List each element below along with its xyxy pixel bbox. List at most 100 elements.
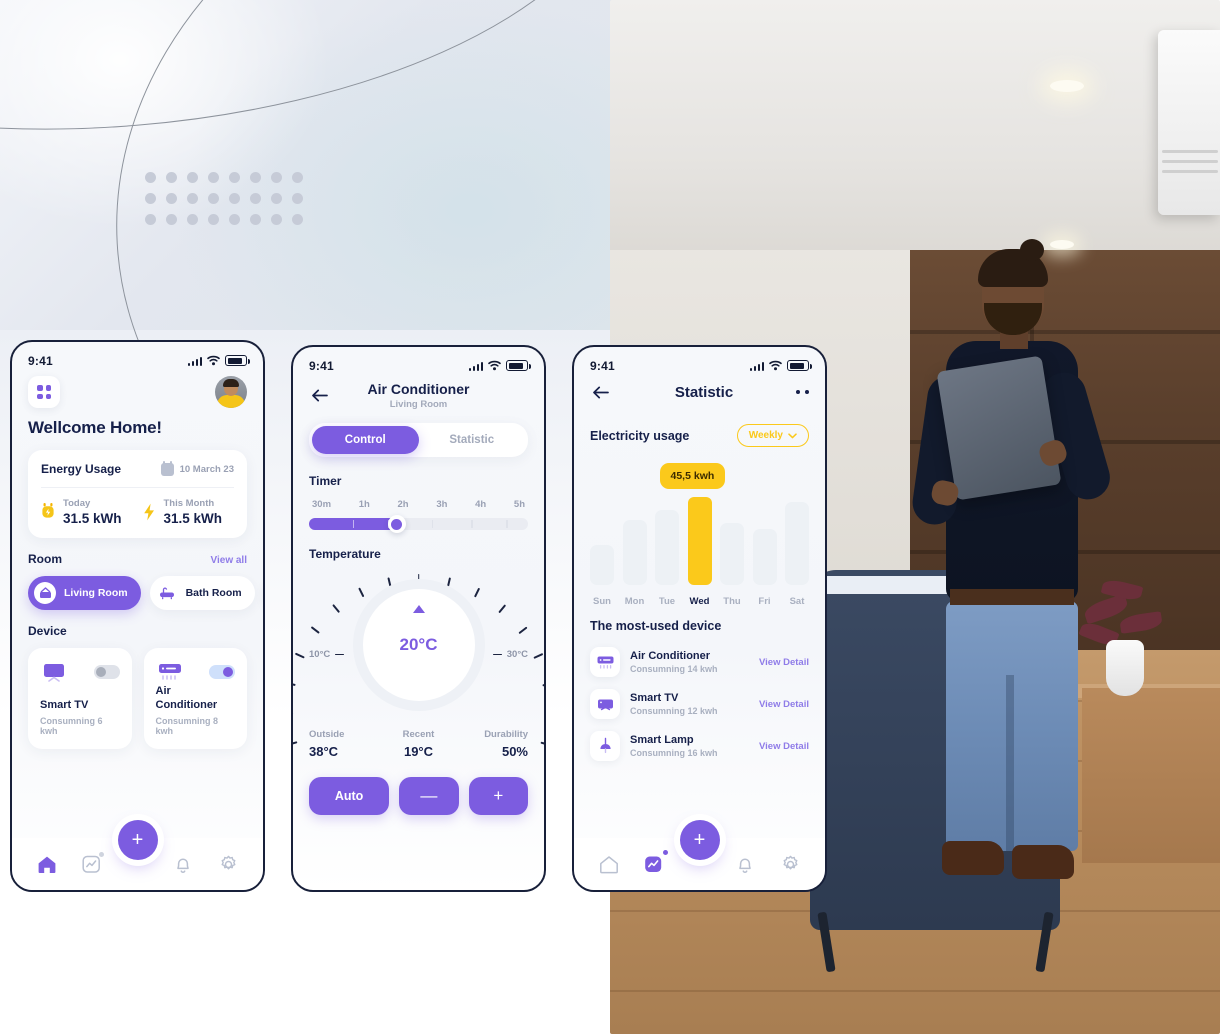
period-filter-dropdown[interactable]: Weekly [736,424,809,447]
decrease-button[interactable]: — [399,777,459,815]
nav-settings[interactable] [215,851,241,877]
nav-settings[interactable] [777,851,803,877]
list-item[interactable]: Air Conditioner Consumning 14 kwh View D… [590,641,809,683]
nav-statistics[interactable] [79,851,105,877]
nav-notifications[interactable] [170,851,196,877]
increase-button[interactable]: + [468,777,528,815]
chart-bar-column[interactable] [590,545,614,585]
page-title: Wellcome Home! [28,418,162,437]
dial-tick [541,682,544,687]
nav-statistics[interactable] [641,850,669,877]
decorative-dot [187,193,198,204]
temperature-dial[interactable]: 20°C 10°C 30°C [293,567,544,746]
tv-icon [40,659,68,685]
chart-x-label: Wed [689,596,710,607]
list-item[interactable]: Smart Lamp Consumning 16 kwh View Detail [590,725,809,767]
timer-slider[interactable] [309,515,528,533]
chart-bar[interactable] [720,523,744,585]
dial-tick [357,587,364,598]
view-detail-link[interactable]: View Detail [759,741,809,752]
phone-control-screen: 9:41 Air Conditioner Living Room Control… [291,345,546,892]
chart-bar-column[interactable] [655,510,679,585]
decorative-curves [0,0,536,345]
decorative-dot [229,193,240,204]
back-arrow-icon[interactable] [590,381,612,403]
avatar[interactable] [215,376,247,408]
energy-date[interactable]: 10 March 23 [160,460,234,476]
more-options-icon[interactable] [795,390,809,394]
metrics-row: Outside 38°C Recent 19°C Durability 50% [309,729,528,759]
list-item[interactable]: Smart TV Consumning 12 kwh View Detail [590,683,809,725]
metric-value: 19°C [403,744,434,759]
chart-bar[interactable] [590,545,614,585]
chart-bar[interactable] [687,497,712,585]
chart-bar[interactable] [785,502,809,585]
timer-option[interactable]: 30m [312,499,331,510]
room-chip-next[interactable] [264,576,265,610]
nav-badge [99,852,105,857]
electricity-usage-chart: 45,5 kwh Sun Mon Tue Wed Thu Fri Sat [590,457,809,607]
living-room-icon [34,582,56,604]
timer-slider-knob[interactable] [387,515,406,533]
device-card-smart-tv[interactable]: Smart TV Consumning 6 kwh [28,648,132,749]
auto-button[interactable]: Auto [309,777,390,815]
room-chip-bath-room[interactable]: Bath Room [149,576,255,610]
decorative-dot [229,214,240,225]
device-section-title: Device [28,624,67,638]
decorative-dot [208,193,219,204]
decorative-dot [292,172,303,183]
metric-label: Outside [309,729,345,740]
timer-option[interactable]: 4h [475,499,486,510]
chart-bar-column[interactable] [785,502,809,585]
view-detail-link[interactable]: View Detail [759,699,809,710]
decorative-dot [292,193,303,204]
nav-notifications[interactable] [732,851,758,877]
device-name: Air Conditioner [630,650,711,662]
status-time: 9:41 [309,358,334,373]
action-buttons: Auto — + [309,777,528,815]
tab-control[interactable]: Control [312,426,419,454]
chart-bar-column[interactable] [622,520,647,585]
add-device-fab[interactable]: + [117,820,158,860]
battery-icon [787,360,812,371]
wifi-icon [207,355,220,366]
timer-option[interactable]: 5h [514,499,525,510]
device-name: Air Conditioner [155,685,218,711]
timer-option[interactable]: 3h [436,499,447,510]
decorative-dot [250,172,261,183]
grid-icon[interactable] [28,376,60,408]
chart-bar-column[interactable] [752,529,777,585]
battery-icon [506,360,531,371]
temperature-max: 30°C [492,649,528,660]
signal-icon [187,356,202,366]
temperature-min: 10°C [309,649,345,660]
tab-statistic[interactable]: Statistic [419,426,526,454]
stat-value: 31.5 kWh [63,511,122,526]
chart-bar-column[interactable] [687,497,712,585]
chart-bar[interactable] [752,529,777,585]
energy-usage-card: Energy Usage 10 March 23 Today 31.5 kWh … [28,450,247,538]
room-chip-living-room[interactable]: Living Room [28,576,141,610]
chart-x-label: Mon [624,596,645,607]
section-title: Electricity usage [590,428,690,443]
device-card-air-conditioner[interactable]: Air Conditioner Consumning 8 kwh [143,648,247,749]
nav-home[interactable] [34,851,60,877]
chart-bars [590,485,809,585]
add-device-fab[interactable]: + [679,820,720,860]
air-conditioner-icon [590,647,620,677]
device-toggle[interactable] [93,665,120,679]
timer-option[interactable]: 2h [398,499,409,510]
calendar-icon [160,460,174,476]
chart-bar[interactable] [622,520,647,585]
device-toggle[interactable] [209,665,235,679]
metric-durability: Durability 50% [455,729,528,759]
metric-recent: Recent 19°C [382,729,455,759]
chart-bar-column[interactable] [720,523,744,585]
nav-home[interactable] [596,851,622,877]
view-all-link[interactable]: View all [210,555,247,566]
timer-option[interactable]: 1h [359,499,370,510]
view-detail-link[interactable]: View Detail [759,657,809,668]
device-consumption: Consumning 8 kwh [155,715,219,736]
status-bar: 9:41 [293,347,544,375]
chart-bar[interactable] [655,510,679,585]
